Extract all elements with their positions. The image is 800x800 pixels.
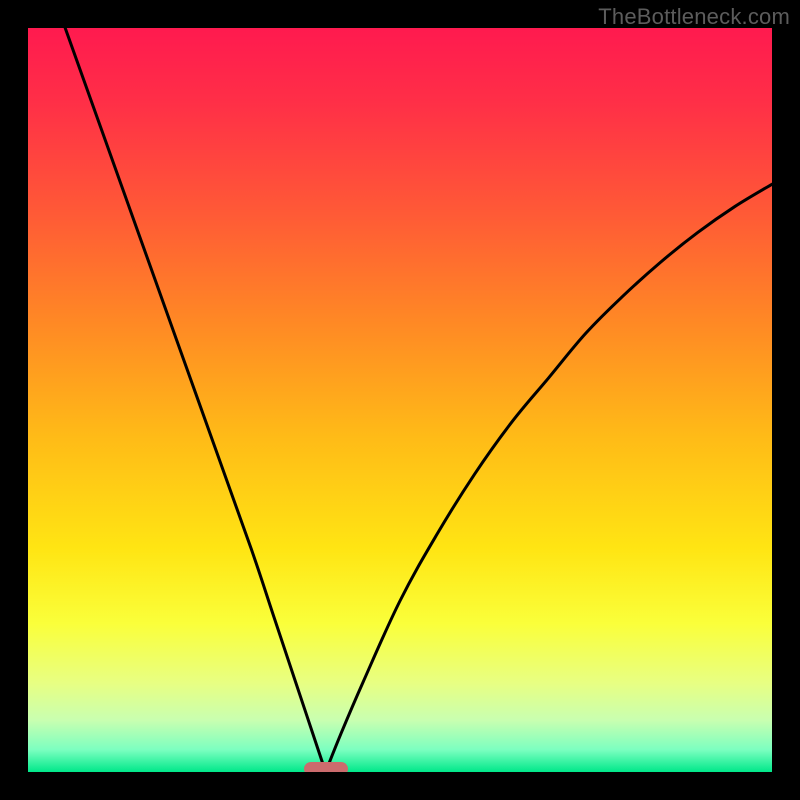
plot-area (28, 28, 772, 772)
chart-frame: TheBottleneck.com (0, 0, 800, 800)
curve-left (65, 28, 325, 772)
notch-marker (304, 762, 348, 772)
watermark-text: TheBottleneck.com (598, 4, 790, 30)
curve-right (326, 184, 772, 772)
curves-layer (28, 28, 772, 772)
